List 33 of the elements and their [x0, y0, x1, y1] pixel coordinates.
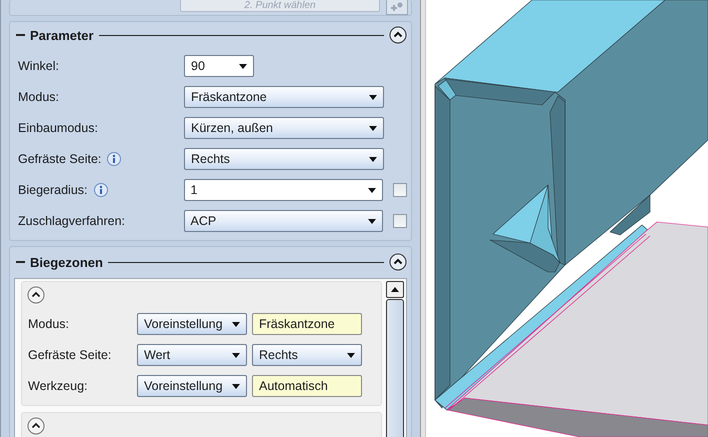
dropdown[interactable]: Rechts [252, 344, 362, 366]
dropdown[interactable]: Rechts [184, 148, 384, 170]
dropdown[interactable]: 1 [184, 179, 384, 201]
dropdown[interactable]: Fräskantzone [184, 86, 384, 108]
section-title: Parameter [30, 28, 94, 42]
info-icon[interactable] [94, 183, 108, 197]
checkbox[interactable] [393, 214, 407, 228]
info-icon[interactable] [107, 152, 122, 166]
collapse-icon[interactable] [389, 26, 407, 44]
collapse-icon[interactable] [389, 253, 407, 271]
text-field[interactable]: Automatisch [252, 375, 362, 397]
dropdown[interactable]: Kürzen, außen [184, 117, 384, 139]
field-label: Biegeradius: [18, 183, 88, 197]
dropdown[interactable]: Voreinstellung [137, 313, 247, 335]
dropdown[interactable]: Voreinstellung [137, 375, 247, 397]
checkbox[interactable] [393, 183, 407, 197]
field-label: Winkel: [18, 59, 59, 73]
dropdown[interactable]: ACP [184, 210, 384, 232]
dropdown[interactable]: 90 [184, 55, 254, 77]
section-title: Biegezonen [30, 254, 103, 270]
field-label: Zuschlagverfahren: [18, 214, 126, 228]
text-field[interactable]: Fräskantzone [252, 313, 362, 335]
collapse-icon[interactable] [27, 286, 45, 304]
field-label: Gefräste Seite: [18, 152, 102, 166]
collapse-icon[interactable] [27, 417, 45, 435]
dropdown[interactable]: Wert [137, 344, 247, 366]
scrollbar[interactable] [386, 281, 404, 437]
field-label: Werkzeug: [28, 379, 88, 393]
field-label: Gefräste Seite: [28, 348, 112, 362]
up-arrow-icon[interactable] [391, 287, 400, 292]
field-label: Modus: [28, 317, 69, 331]
field-label: Einbaumodus: [18, 121, 98, 135]
field-label: Modus: [18, 90, 59, 104]
